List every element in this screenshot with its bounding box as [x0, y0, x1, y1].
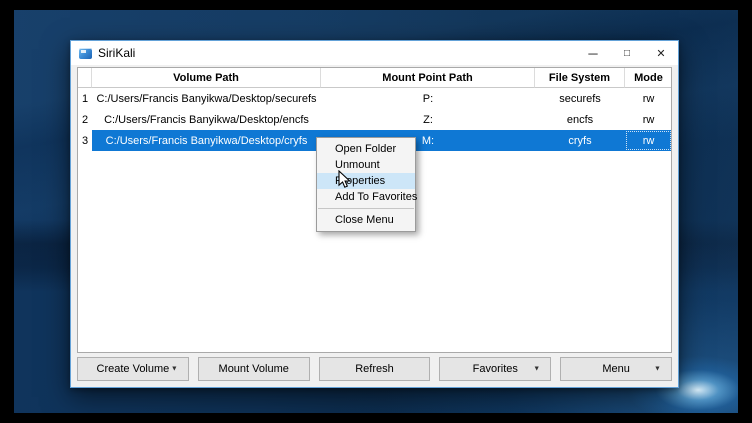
menu-item-properties[interactable]: Properties	[317, 173, 415, 189]
volume-path-cell: C:/Users/Francis Banyikwa/Desktop/secure…	[92, 88, 321, 109]
col-header-file-system[interactable]: File System	[535, 68, 625, 88]
dropdown-arrow-icon: ▼	[654, 366, 661, 373]
col-header-volume-path[interactable]: Volume Path	[92, 68, 321, 88]
mount-point-cell: Z:	[321, 109, 535, 130]
header-corner	[78, 68, 92, 88]
file-system-cell: encfs	[535, 109, 625, 130]
minimize-icon[interactable]: ─	[576, 41, 610, 65]
dropdown-arrow-icon: ▼	[171, 366, 178, 373]
volume-path-cell: C:/Users/Francis Banyikwa/Desktop/cryfs	[92, 130, 321, 151]
mode-cell: rw	[625, 130, 672, 151]
menu-item-open-folder[interactable]: Open Folder	[317, 141, 415, 157]
mode-cell: rw	[625, 88, 672, 109]
menu-label: Menu	[602, 363, 630, 375]
screen: SiriKali ─ □ ✕ Volume Path Mount Point P…	[0, 0, 752, 423]
row-number: 2	[78, 109, 92, 130]
mount-point-cell: P:	[321, 88, 535, 109]
table-row[interactable]: 2 C:/Users/Francis Banyikwa/Desktop/encf…	[78, 109, 671, 130]
file-system-cell: cryfs	[535, 130, 625, 151]
row-number: 1	[78, 88, 92, 109]
menu-button[interactable]: Menu ▼	[560, 357, 672, 381]
bottom-buttons-bar: Create Volume ▼ Mount Volume Refresh Fav…	[77, 357, 672, 381]
menu-item-add-to-favorites[interactable]: Add To Favorites	[317, 189, 415, 205]
col-header-mount-point-path[interactable]: Mount Point Path	[321, 68, 535, 88]
menu-separator	[318, 208, 414, 209]
create-volume-button[interactable]: Create Volume ▼	[77, 357, 189, 381]
table-row[interactable]: 1 C:/Users/Francis Banyikwa/Desktop/secu…	[78, 88, 671, 109]
window-title: SiriKali	[98, 46, 135, 60]
create-volume-label: Create Volume	[97, 363, 170, 375]
sirikali-app-icon	[79, 48, 92, 59]
titlebar[interactable]: SiriKali ─ □ ✕	[71, 41, 678, 65]
volume-path-cell: C:/Users/Francis Banyikwa/Desktop/encfs	[92, 109, 321, 130]
window-controls: ─ □ ✕	[576, 41, 678, 65]
refresh-button[interactable]: Refresh	[319, 357, 431, 381]
file-system-cell: securefs	[535, 88, 625, 109]
row-number: 3	[78, 130, 92, 151]
col-header-mode[interactable]: Mode	[625, 68, 672, 88]
table-header-row: Volume Path Mount Point Path File System…	[78, 68, 671, 88]
dropdown-arrow-icon: ▼	[533, 366, 540, 373]
mount-volume-label: Mount Volume	[219, 363, 289, 375]
mode-cell: rw	[625, 109, 672, 130]
context-menu: Open Folder Unmount Properties Add To Fa…	[316, 137, 416, 232]
favorites-label: Favorites	[473, 363, 518, 375]
refresh-label: Refresh	[355, 363, 394, 375]
menu-item-close-menu[interactable]: Close Menu	[317, 212, 415, 228]
mount-volume-button[interactable]: Mount Volume	[198, 357, 310, 381]
close-icon[interactable]: ✕	[644, 41, 678, 65]
maximize-icon[interactable]: □	[610, 41, 644, 65]
menu-item-unmount[interactable]: Unmount	[317, 157, 415, 173]
favorites-button[interactable]: Favorites ▼	[439, 357, 551, 381]
